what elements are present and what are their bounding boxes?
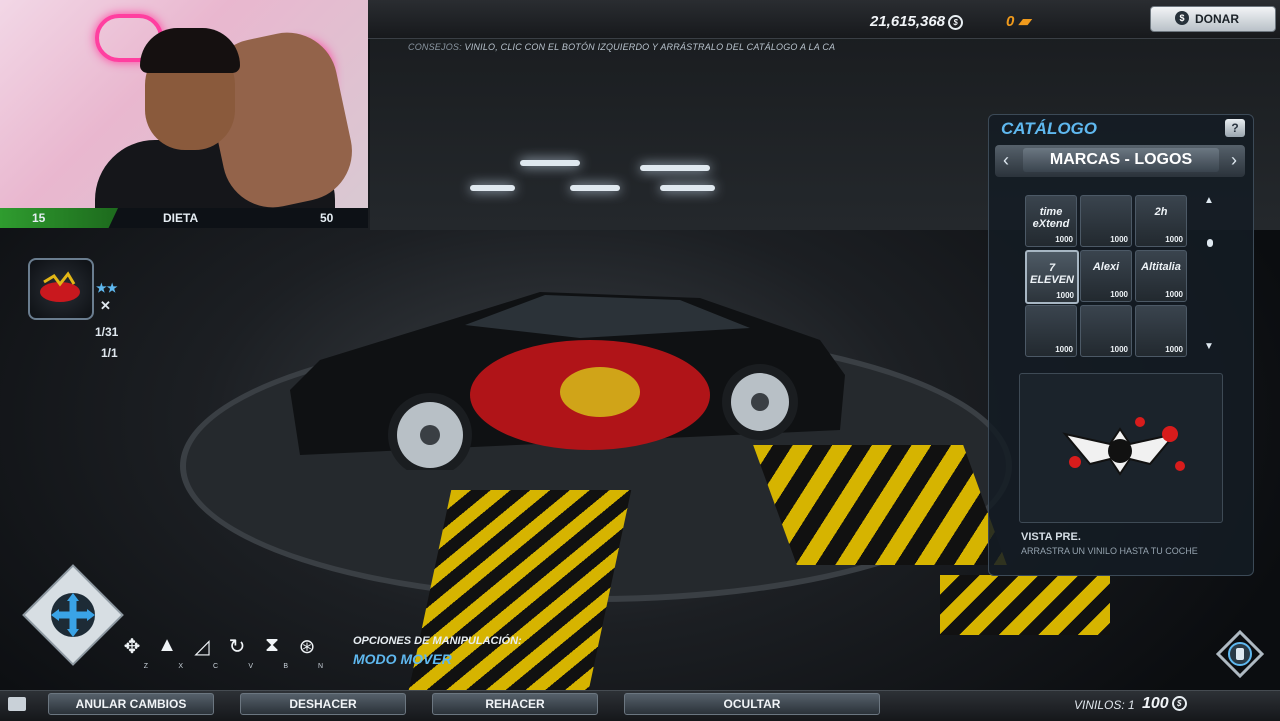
- tool-key: X: [178, 663, 183, 670]
- boost-icon: ▰: [1018, 13, 1031, 30]
- bottom-bar: ANULAR CAMBIOS DESHACER REHACER OCULTAR …: [0, 690, 1280, 721]
- boost-display: 0 ▰: [1006, 12, 1030, 30]
- scale-tool-icon[interactable]: ▲ X: [153, 634, 183, 670]
- tips-text: CONSEJOS: VINILO, CLIC CON EL BOTÓN IZQU…: [408, 42, 835, 52]
- diet-bar-right-value: 50: [320, 211, 334, 225]
- vinyl-preview-box: [1019, 373, 1223, 523]
- manipulation-toolbar: ✥ Z ▲ X ◿ C ↻ V ⧗ B ⊛ N: [118, 634, 324, 672]
- vinyl-layer-count: 1/31: [95, 325, 119, 339]
- ceiling-light: [520, 160, 580, 166]
- mirror-tool-icon[interactable]: ⧗ B: [258, 634, 288, 670]
- catalog-panel: CATÁLOGO ? ‹ MARCAS - LOGOS › time eXten…: [988, 114, 1254, 576]
- tool-key: N: [317, 663, 323, 670]
- car: [290, 292, 845, 470]
- diet-bar-left-value: 15: [32, 211, 46, 225]
- catalog-category-selector: ‹ MARCAS - LOGOS ›: [995, 145, 1245, 177]
- vinyl-cost: 100 $: [1142, 695, 1187, 713]
- money-display: 21,615,368 $: [870, 13, 964, 30]
- tips-message: VINILO, CLIC CON EL BOTÓN IZQUIERDO Y AR…: [464, 42, 836, 52]
- catalog-tile[interactable]: 2h 1000: [1135, 195, 1187, 247]
- skew-tool-icon[interactable]: ◿ C: [188, 634, 218, 670]
- scroll-up-icon[interactable]: ▲: [1204, 195, 1214, 206]
- tile-logo: 7 ELEVEN: [1029, 262, 1074, 286]
- tile-price: 1000: [1165, 235, 1183, 244]
- tile-price: 1000: [1110, 235, 1128, 244]
- tile-price: 1000: [1110, 290, 1128, 299]
- ceiling-light: [660, 185, 715, 191]
- vinyl-thumbnail-icon: [40, 271, 80, 302]
- vinyl-layer-slot[interactable]: [28, 258, 94, 320]
- tile-price: 1000: [1055, 235, 1073, 244]
- star-rating-icon: ★★: [96, 281, 118, 295]
- ceiling-light: [570, 185, 620, 191]
- tool-key: V: [248, 663, 253, 670]
- category-next-arrow-icon[interactable]: ›: [1231, 150, 1237, 171]
- catalog-tile[interactable]: Alexi 1000: [1080, 250, 1132, 302]
- category-name[interactable]: MARCAS - LOGOS: [1023, 148, 1219, 172]
- tile-logo: Alexi: [1092, 261, 1120, 273]
- undo-button[interactable]: DESHACER: [240, 693, 406, 715]
- boost-amount: 0: [1006, 13, 1015, 30]
- money-amount: 21,615,368: [870, 13, 946, 30]
- tile-logo: time eXtend: [1032, 206, 1070, 230]
- category-prev-arrow-icon[interactable]: ‹: [1003, 150, 1009, 171]
- tile-price: 1000: [1055, 345, 1073, 354]
- cancel-changes-button[interactable]: ANULAR CAMBIOS: [48, 693, 214, 715]
- tile-price: 1000: [1110, 345, 1128, 354]
- vinyl-cost-amount: 100: [1142, 695, 1169, 712]
- catalog-tile[interactable]: 1000: [1080, 305, 1132, 357]
- catalog-help-button[interactable]: ?: [1225, 119, 1245, 137]
- catalog-tile[interactable]: 1000: [1080, 195, 1132, 247]
- tool-key: Z: [143, 663, 148, 670]
- catalog-tile[interactable]: 1000: [1135, 305, 1187, 357]
- diet-progress-bar: 15 DIETA 50: [0, 208, 368, 228]
- vinyl-group-count: 1/1: [101, 346, 118, 360]
- scroll-thumb[interactable]: [1207, 239, 1213, 247]
- hazard-stripes: [940, 575, 1110, 635]
- ceiling-light: [470, 185, 515, 191]
- redo-button[interactable]: REHACER: [432, 693, 598, 715]
- tile-price: 1000: [1056, 291, 1074, 300]
- top-bar: [368, 0, 1280, 39]
- preview-hint: ARRASTRA UN VINILO HASTA TU COCHE: [1021, 546, 1198, 556]
- tool-key: B: [283, 663, 288, 670]
- preview-title: VISTA PRE.: [1021, 531, 1081, 543]
- color-tool-icon[interactable]: ⊛ N: [293, 634, 323, 670]
- manipulation-options-label: OPCIONES DE MANIPULACIÓN:: [353, 635, 522, 647]
- tile-logo: 2h: [1154, 206, 1168, 218]
- tips-label: CONSEJOS:: [408, 42, 462, 52]
- catalog-tile[interactable]: Altitalia 1000: [1135, 250, 1187, 302]
- currency-icon: $: [948, 14, 964, 30]
- donate-label: DONAR: [1195, 12, 1239, 26]
- currency-icon: $: [1171, 696, 1187, 712]
- dpad-move-control[interactable]: [18, 560, 128, 670]
- winged-logo-preview-icon: [1062, 417, 1185, 476]
- catalog-scrollbar[interactable]: ▲ ▼: [1204, 195, 1214, 355]
- manipulation-mode: MODO MOVER: [353, 651, 452, 667]
- camera-rotate-icon[interactable]: [1216, 630, 1264, 678]
- catalog-title: CATÁLOGO: [1001, 119, 1098, 138]
- donate-icon: $: [1175, 11, 1189, 25]
- close-icon[interactable]: ✕: [100, 298, 111, 314]
- rotate-tool-icon[interactable]: ↻ V: [223, 634, 253, 670]
- tile-logo: Altitalia: [1141, 261, 1181, 273]
- menu-icon[interactable]: [8, 697, 26, 711]
- tile-price: 1000: [1165, 290, 1183, 299]
- diet-bar-label: DIETA: [163, 211, 199, 225]
- catalog-tile[interactable]: 1000: [1025, 305, 1077, 357]
- vinyl-count: VINILOS: 1: [1074, 698, 1135, 712]
- hide-button[interactable]: OCULTAR: [624, 693, 880, 715]
- diet-progress-fill: [0, 208, 118, 228]
- tile-price: 1000: [1165, 345, 1183, 354]
- catalog-tile-selected[interactable]: 7 ELEVEN 1000: [1025, 250, 1079, 304]
- donate-button[interactable]: $ DONAR: [1150, 6, 1276, 32]
- scroll-down-icon[interactable]: ▼: [1204, 341, 1214, 352]
- tool-key: C: [212, 663, 218, 670]
- streamer-hair: [140, 28, 240, 73]
- move-tool-icon[interactable]: ✥ Z: [118, 634, 148, 670]
- ceiling-light: [640, 165, 710, 171]
- webcam-overlay: [0, 0, 368, 208]
- catalog-tile[interactable]: time eXtend 1000: [1025, 195, 1077, 247]
